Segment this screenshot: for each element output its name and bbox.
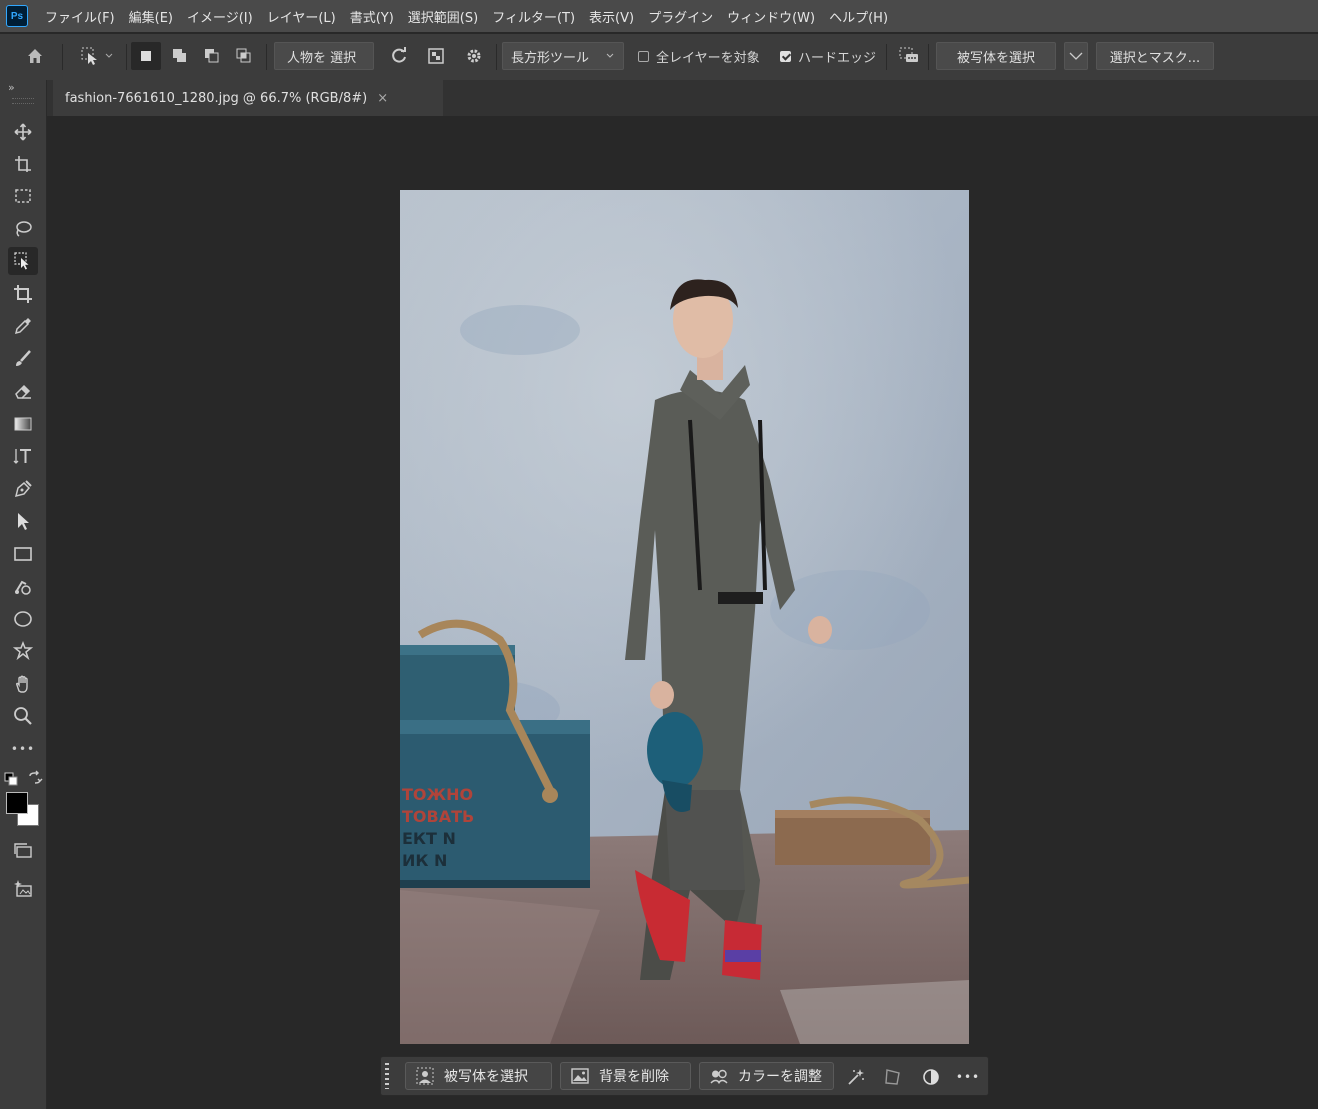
contextual-task-bar: 被写体を選択 背景を削除 カラーを調整 ••• xyxy=(380,1056,989,1096)
select-subject-icon xyxy=(416,1067,434,1085)
subtract-from-selection-icon[interactable] xyxy=(197,42,227,70)
transform-selection-icon[interactable] xyxy=(881,1065,905,1089)
generative-fill-icon[interactable] xyxy=(844,1065,868,1089)
photoshop-logo: Ps xyxy=(6,5,28,27)
menu-edit[interactable]: 編集(E) xyxy=(122,7,180,26)
all-layers-checkbox[interactable]: 全レイヤーを対象 xyxy=(638,42,760,70)
all-layers-label: 全レイヤーを対象 xyxy=(656,50,760,66)
adjust-color-icon xyxy=(710,1069,728,1084)
eyedropper-tool-icon[interactable] xyxy=(8,312,38,340)
tools-panel: » ••• xyxy=(0,80,47,1109)
object-selection-tool-preset-icon[interactable] xyxy=(72,42,120,70)
options-bar: 人物を 選択 長方形ツール 全レイヤーを対象 ハードエッジ 被写体を選択 選択と… xyxy=(0,34,1318,81)
paint-bucket-tool-icon[interactable] xyxy=(8,572,38,600)
brush-tool-icon[interactable] xyxy=(8,345,38,373)
document-tab[interactable]: fashion-7661610_1280.jpg @ 66.7% (RGB/8#… xyxy=(53,80,443,116)
menu-layer[interactable]: レイヤー(L) xyxy=(260,7,343,26)
feedback-icon[interactable] xyxy=(894,42,924,70)
screen-mode-generative-icon[interactable] xyxy=(8,875,38,903)
path-selection-tool-icon[interactable] xyxy=(8,507,38,535)
lasso-tool-icon[interactable] xyxy=(8,215,38,243)
menu-select[interactable]: 選択範囲(S) xyxy=(401,7,485,26)
svg-text:ЕКТ N: ЕКТ N xyxy=(402,829,456,848)
expand-panel-icon[interactable]: » xyxy=(8,81,15,94)
rectangular-marquee-tool-icon[interactable] xyxy=(8,182,38,210)
chevron-down-icon xyxy=(1069,52,1083,60)
svg-text:ТОВАТЬ: ТОВАТЬ xyxy=(402,807,474,826)
rectangle-tool-icon[interactable] xyxy=(8,540,38,568)
type-tool-icon[interactable] xyxy=(8,442,38,470)
more-tools-icon[interactable]: ••• xyxy=(8,735,38,763)
foreground-color-swatch[interactable] xyxy=(6,792,28,814)
menu-bar: Ps ファイル(F) 編集(E) イメージ(I) レイヤー(L) 書式(Y) 選… xyxy=(0,0,1318,32)
document-image[interactable]: ТОЖНО ТОВАТЬ ЕКТ N ИК N xyxy=(400,190,969,1044)
remove-background-icon xyxy=(571,1068,589,1084)
remove-background-label: 背景を削除 xyxy=(599,1069,669,1085)
document-tab-bar: fashion-7661610_1280.jpg @ 66.7% (RGB/8#… xyxy=(47,80,1318,116)
taskbar-grip-icon[interactable] xyxy=(385,1063,389,1089)
taskbar-select-subject-label: 被写体を選択 xyxy=(444,1069,528,1085)
tool-mode-select[interactable]: 長方形ツール xyxy=(502,42,624,70)
new-selection-icon[interactable] xyxy=(131,42,161,70)
tool-mode-value: 長方形ツール xyxy=(511,50,590,66)
hard-edge-checkbox-box[interactable] xyxy=(780,50,791,62)
add-to-selection-icon[interactable] xyxy=(165,42,195,70)
crop-tool-icon[interactable] xyxy=(8,280,38,308)
object-selection-tool-icon[interactable] xyxy=(8,247,38,275)
select-subject-button[interactable]: 被写体を選択 xyxy=(936,42,1056,70)
select-person-button[interactable]: 人物を 選択 xyxy=(274,42,374,70)
hard-edge-label: ハードエッジ xyxy=(798,50,877,66)
adjust-color-label: カラーを調整 xyxy=(738,1069,822,1085)
invert-selection-icon[interactable] xyxy=(919,1065,943,1089)
more-options-icon[interactable]: ••• xyxy=(956,1065,980,1089)
swap-colors-icon[interactable] xyxy=(27,770,43,790)
home-icon[interactable] xyxy=(20,42,50,70)
object-finder-overlay-icon[interactable] xyxy=(421,42,451,70)
eraser-tool-icon[interactable] xyxy=(8,377,38,405)
all-layers-checkbox-box[interactable] xyxy=(638,50,649,62)
zoom-tool-icon[interactable] xyxy=(8,702,38,730)
menu-window[interactable]: ウィンドウ(W) xyxy=(720,7,822,26)
document-tab-title: fashion-7661610_1280.jpg @ 66.7% (RGB/8#… xyxy=(65,90,368,106)
select-and-mask-button[interactable]: 選択とマスク... xyxy=(1096,42,1214,70)
ellipse-tool-icon[interactable] xyxy=(8,605,38,633)
menu-help[interactable]: ヘルプ(H) xyxy=(822,7,895,26)
select-subject-label: 被写体を選択 xyxy=(956,50,1035,66)
gradient-tool-icon[interactable] xyxy=(8,410,38,438)
custom-shape-tool-icon[interactable] xyxy=(8,637,38,665)
svg-text:ИК N: ИК N xyxy=(402,851,447,870)
menu-type[interactable]: 書式(Y) xyxy=(343,7,401,26)
pen-tool-icon[interactable] xyxy=(8,475,38,503)
menu-plugins[interactable]: プラグイン xyxy=(641,7,720,26)
select-and-mask-label: 選択とマスク... xyxy=(1109,50,1201,66)
quick-mask-icon[interactable] xyxy=(8,837,38,865)
hard-edge-checkbox[interactable]: ハードエッジ xyxy=(780,42,876,70)
select-person-label: 人物を 選択 xyxy=(287,50,357,66)
refresh-icon[interactable] xyxy=(384,42,414,70)
panel-grip[interactable] xyxy=(12,98,34,104)
menu-image[interactable]: イメージ(I) xyxy=(180,7,260,26)
menu-filter[interactable]: フィルター(T) xyxy=(485,7,582,26)
hand-tool-icon[interactable] xyxy=(8,670,38,698)
select-subject-dropdown[interactable] xyxy=(1064,42,1088,70)
taskbar-select-subject-button[interactable]: 被写体を選択 xyxy=(405,1062,552,1090)
menu-file[interactable]: ファイル(F) xyxy=(38,7,122,26)
gear-icon[interactable] xyxy=(459,42,489,70)
chevron-down-icon xyxy=(606,53,614,58)
default-colors-icon[interactable] xyxy=(4,772,18,790)
move-tool-icon[interactable] xyxy=(8,118,38,146)
adjust-color-button[interactable]: カラーを調整 xyxy=(699,1062,834,1090)
svg-text:ТОЖНО: ТОЖНО xyxy=(402,785,473,804)
close-icon[interactable]: × xyxy=(377,91,388,106)
menu-view[interactable]: 表示(V) xyxy=(582,7,641,26)
remove-background-button[interactable]: 背景を削除 xyxy=(560,1062,691,1090)
intersect-selection-icon[interactable] xyxy=(229,42,259,70)
artboard-tool-icon[interactable] xyxy=(8,150,38,178)
